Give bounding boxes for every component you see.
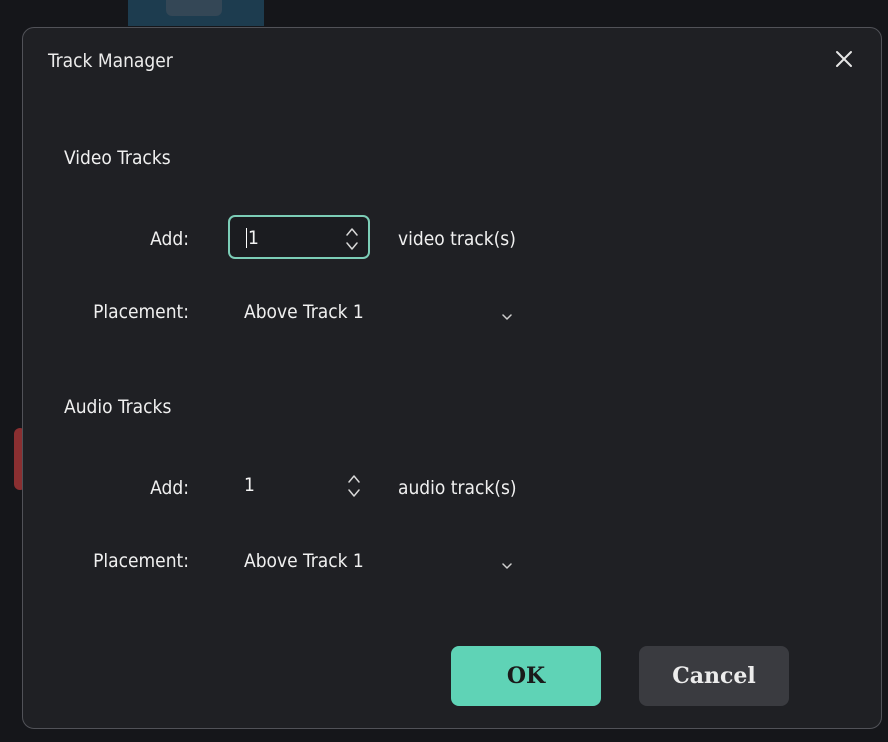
video-track-count-stepper[interactable]: 1 [228, 215, 370, 259]
video-placement-label: Placement: [93, 301, 189, 323]
video-add-label: Add: [150, 228, 189, 250]
audio-track-unit-label: audio track(s) [398, 477, 517, 499]
video-track-unit-label: video track(s) [398, 228, 516, 250]
close-icon[interactable] [829, 44, 859, 74]
video-tracks-heading: Video Tracks [64, 147, 171, 169]
audio-track-count-stepper[interactable]: 1 [228, 464, 370, 508]
track-manager-dialog: Track Manager Video Tracks Add: 1 video … [22, 27, 882, 729]
video-track-count-value[interactable]: 1 [246, 228, 259, 248]
ok-button[interactable]: OK [451, 646, 601, 706]
chevron-down-icon [500, 556, 514, 569]
audio-placement-label: Placement: [93, 550, 189, 572]
up-down-arrows-icon[interactable] [346, 471, 362, 501]
audio-placement-value: Above Track 1 [244, 550, 364, 572]
background-toolbar-tab [166, 0, 222, 16]
audio-track-count-value[interactable]: 1 [244, 475, 255, 495]
audio-tracks-heading: Audio Tracks [64, 396, 172, 418]
video-placement-value: Above Track 1 [244, 301, 364, 323]
cancel-button[interactable]: Cancel [639, 646, 789, 706]
audio-placement-dropdown[interactable]: Above Track 1 [228, 541, 528, 581]
audio-add-label: Add: [150, 477, 189, 499]
up-down-arrows-icon[interactable] [344, 224, 360, 254]
chevron-down-icon [500, 307, 514, 320]
video-placement-dropdown[interactable]: Above Track 1 [228, 292, 528, 332]
dialog-title: Track Manager [48, 50, 173, 72]
